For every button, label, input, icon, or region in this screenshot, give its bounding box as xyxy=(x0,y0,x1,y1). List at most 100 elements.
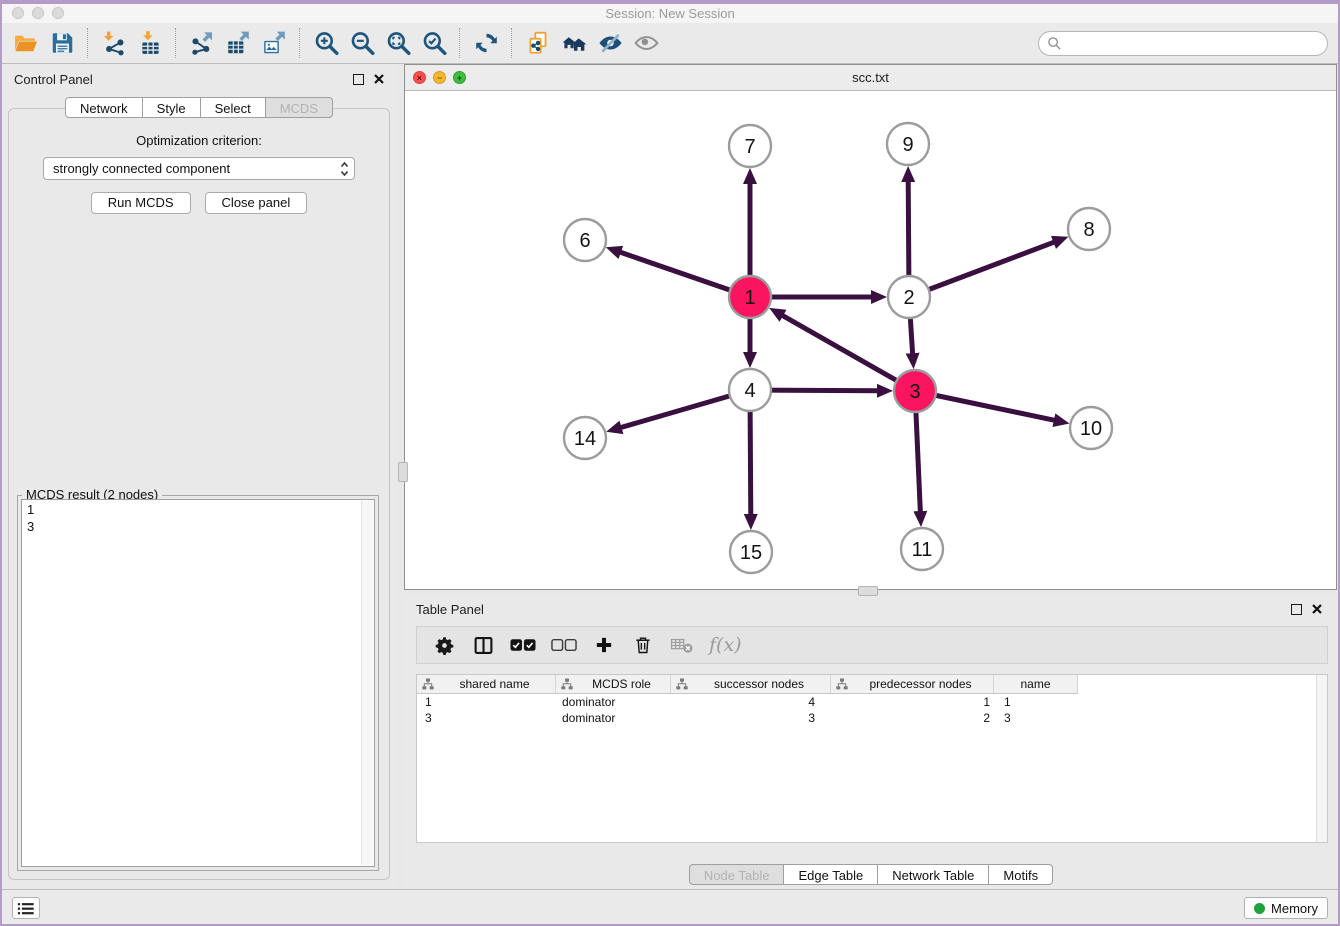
export-image-icon xyxy=(261,30,288,56)
column-header-successor-nodes[interactable]: successor nodes xyxy=(671,675,831,694)
table-panel: Table Panel f(x) shared nameMCDS role suc… xyxy=(404,596,1338,890)
memory-button[interactable]: Memory xyxy=(1244,897,1328,919)
column-label: name xyxy=(994,677,1077,691)
first-neighbors-button[interactable] xyxy=(556,26,592,60)
graph-node-label-7: 7 xyxy=(744,136,755,158)
table-cell[interactable]: 1 xyxy=(994,695,1078,709)
column-header-predecessor-nodes[interactable]: predecessor nodes xyxy=(831,675,994,694)
new-network-from-selection-button[interactable] xyxy=(520,26,556,60)
table-scrollbar[interactable] xyxy=(1316,675,1327,842)
table-cell[interactable]: 3 xyxy=(994,711,1078,725)
table-row[interactable]: 1dominator411 xyxy=(417,694,1327,710)
table-tab-edge-table[interactable]: Edge Table xyxy=(783,864,878,885)
criterion-dropdown-value: strongly connected component xyxy=(53,161,230,176)
float-table-panel-icon[interactable] xyxy=(1291,604,1302,615)
window-title: Session: New Session xyxy=(2,4,1338,23)
import-table-icon xyxy=(137,30,164,56)
horizontal-splitter-handle[interactable] xyxy=(858,586,878,596)
network-canvas-svg[interactable]: 7968124314101511 xyxy=(405,90,1336,589)
add-column-button[interactable] xyxy=(592,632,616,658)
mcds-result-text[interactable]: 13 xyxy=(21,499,375,867)
column-header-shared-name[interactable]: shared name xyxy=(417,675,556,694)
refresh-view-button[interactable] xyxy=(468,26,504,60)
search-box xyxy=(1038,31,1328,56)
close-panel-icon[interactable] xyxy=(374,74,384,84)
run-mcds-button[interactable]: Run MCDS xyxy=(91,192,191,214)
column-label: successor nodes xyxy=(688,677,830,691)
table-cell[interactable]: 1 xyxy=(417,695,556,709)
hide-selected-icon xyxy=(597,30,624,56)
open-file-button[interactable] xyxy=(8,26,44,60)
column-label: predecessor nodes xyxy=(848,677,993,691)
export-image-button[interactable] xyxy=(256,26,292,60)
column-header-mcds-role[interactable]: MCDS role xyxy=(556,675,671,694)
import-table-button[interactable] xyxy=(132,26,168,60)
table-cell[interactable]: dominator xyxy=(556,695,671,709)
show-all-button[interactable] xyxy=(628,26,664,60)
column-header-name[interactable]: name xyxy=(994,675,1078,694)
graph-edge-2-8[interactable] xyxy=(909,242,1055,297)
import-network-icon xyxy=(101,30,128,56)
column-type-icon xyxy=(422,678,434,690)
zoom-out-button[interactable] xyxy=(344,26,380,60)
import-network-button[interactable] xyxy=(96,26,132,60)
function-builder-icon: f(x) xyxy=(709,634,742,656)
dropdown-stepper-icon xyxy=(339,159,350,182)
tab-network[interactable]: Network xyxy=(65,97,143,118)
delete-table-button[interactable] xyxy=(670,632,694,658)
deselect-all-rows-button[interactable] xyxy=(551,632,577,658)
tab-style[interactable]: Style xyxy=(142,97,201,118)
table-row[interactable]: 3dominator323 xyxy=(417,710,1327,726)
close-table-panel-icon[interactable] xyxy=(1312,604,1322,614)
mcds-result-line: 1 xyxy=(27,501,369,518)
column-label: shared name xyxy=(434,677,555,691)
node-table-body: 1dominator4113dominator323 xyxy=(417,694,1327,726)
new-network-from-selection-icon xyxy=(525,30,552,56)
table-tab-motifs[interactable]: Motifs xyxy=(988,864,1053,885)
select-all-rows-button[interactable] xyxy=(510,632,536,658)
close-panel-button[interactable]: Close panel xyxy=(205,192,308,214)
table-cell[interactable]: 3 xyxy=(671,711,831,725)
titlebar: Session: New Session xyxy=(2,4,1338,24)
graph-edge-3-1[interactable] xyxy=(781,315,915,391)
table-tab-network-table[interactable]: Network Table xyxy=(877,864,989,885)
graph-node-label-10: 10 xyxy=(1080,418,1102,440)
export-network-button[interactable] xyxy=(184,26,220,60)
result-scrollbar[interactable] xyxy=(361,501,373,865)
mcds-panel: Optimization criterion: strongly connect… xyxy=(8,108,390,880)
mcds-result-group: MCDS result (2 nodes) 13 xyxy=(17,495,379,871)
zoom-in-button[interactable] xyxy=(308,26,344,60)
vertical-splitter-handle[interactable] xyxy=(398,462,408,482)
deselect-all-rows-icon xyxy=(551,638,577,652)
toggle-pane-mode-button[interactable] xyxy=(471,632,495,658)
search-input[interactable] xyxy=(1062,35,1327,52)
table-panel-header: Table Panel xyxy=(404,596,1334,622)
zoom-fit-button[interactable] xyxy=(380,26,416,60)
table-cell[interactable]: 4 xyxy=(671,695,831,709)
export-network-icon xyxy=(189,30,216,56)
table-cell[interactable]: 1 xyxy=(831,695,994,709)
table-options-gear-button[interactable] xyxy=(432,632,456,658)
toggle-pane-mode-icon xyxy=(473,635,494,656)
criterion-dropdown[interactable]: strongly connected component xyxy=(43,157,355,180)
export-table-button[interactable] xyxy=(220,26,256,60)
graph-node-label-9: 9 xyxy=(902,134,913,156)
tab-mcds[interactable]: MCDS xyxy=(265,97,333,118)
hide-selected-button[interactable] xyxy=(592,26,628,60)
zoom-selected-button[interactable] xyxy=(416,26,452,60)
control-panel-tabs: NetworkStyleSelectMCDS xyxy=(2,97,396,118)
function-builder-button[interactable]: f(x) xyxy=(709,632,742,658)
memory-status-icon xyxy=(1254,903,1265,914)
float-panel-icon[interactable] xyxy=(353,74,364,85)
zoom-selected-icon xyxy=(421,30,448,56)
table-cell[interactable]: dominator xyxy=(556,711,671,725)
save-session-button[interactable] xyxy=(44,26,80,60)
table-tab-node-table[interactable]: Node Table xyxy=(689,864,785,885)
tab-select[interactable]: Select xyxy=(200,97,266,118)
table-cell[interactable]: 3 xyxy=(417,711,556,725)
table-cell[interactable]: 2 xyxy=(831,711,994,725)
open-file-icon xyxy=(13,30,40,56)
delete-columns-button[interactable] xyxy=(631,632,655,658)
first-neighbors-icon xyxy=(561,30,588,56)
task-history-button[interactable] xyxy=(12,897,40,919)
